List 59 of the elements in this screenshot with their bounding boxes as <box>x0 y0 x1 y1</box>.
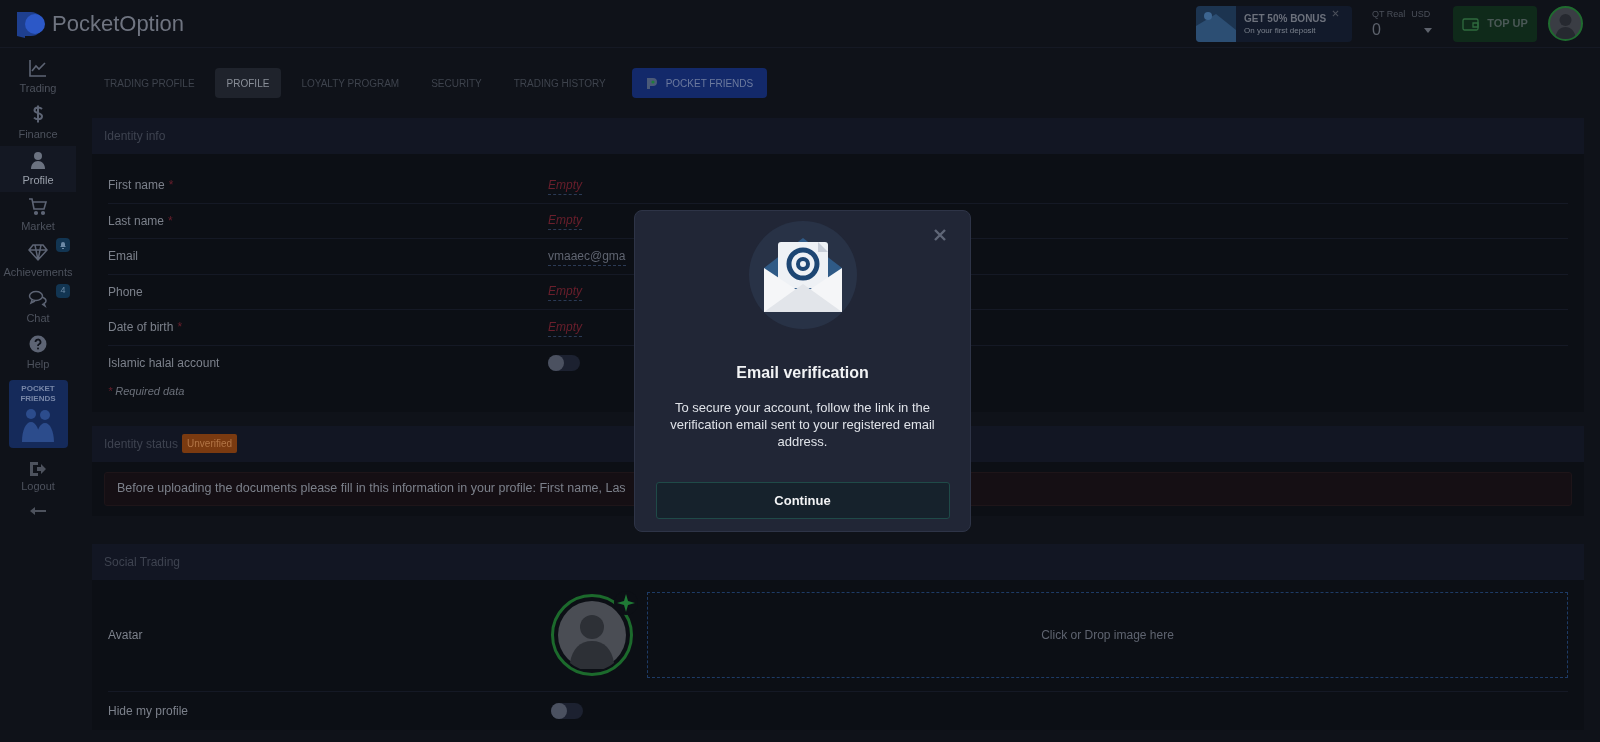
currency-label: USD <box>1411 7 1431 21</box>
sidebar-item[interactable]: Achievements <box>0 238 76 284</box>
close-icon[interactable] <box>1332 9 1340 17</box>
hide-profile-toggle[interactable] <box>551 702 583 719</box>
tab[interactable]: POCKET FRIENDS <box>631 68 768 98</box>
field-label: Avatar <box>108 627 144 644</box>
halal-toggle[interactable] <box>548 355 580 372</box>
top-up-button[interactable]: TOP UP <box>1453 5 1537 42</box>
logout-icon <box>30 462 46 476</box>
modal-text: To secure your account, follow the link in the verification email sent to your registered email address. <box>669 399 936 450</box>
modal-title: Email verification <box>736 363 869 383</box>
sidebar-item[interactable]: Trading <box>0 54 76 100</box>
sidebar-item[interactable]: Profile <box>0 146 76 192</box>
field-label: Email <box>108 248 138 266</box>
field-label: Hide my profile <box>108 702 190 720</box>
logo-text: PocketOption <box>52 10 185 38</box>
cart-icon <box>28 195 48 216</box>
field-value[interactable]: Empty <box>548 175 582 195</box>
tab[interactable]: PROFILE <box>214 68 282 98</box>
field-label: Date of birth <box>108 319 174 337</box>
required-note: Required data <box>115 384 185 399</box>
bonus-subtitle: On your first deposit <box>1244 24 1317 36</box>
field-value[interactable]: Empty <box>548 211 582 231</box>
sidebar-item[interactable]: Help <box>0 330 76 376</box>
field-label: Phone <box>108 283 143 301</box>
continue-button[interactable]: Continue <box>655 482 950 519</box>
avatar[interactable] <box>1548 6 1583 41</box>
bonus-title: GET 50% BONUS <box>1244 11 1327 25</box>
sparkle-icon <box>614 591 638 615</box>
logout-button[interactable]: Logout <box>21 462 55 495</box>
help-icon <box>28 333 48 354</box>
diamond-icon <box>28 241 48 262</box>
friends-logo-icon <box>645 77 658 89</box>
required-mark: * <box>108 384 113 399</box>
promo-card[interactable]: POCKET FRIENDS <box>8 380 68 448</box>
required-mark: * <box>168 212 173 230</box>
field-label: Islamic halal account <box>108 355 220 373</box>
field-value[interactable]: Empty <box>548 282 582 302</box>
caret-icon[interactable] <box>1424 27 1432 33</box>
user-icon <box>28 149 48 170</box>
required-mark: * <box>177 319 183 337</box>
count-badge: 4 <box>56 284 70 298</box>
sidebar-item[interactable]: Market <box>0 192 76 238</box>
status-badge: Unverified <box>182 434 238 453</box>
wallet-icon <box>1462 16 1480 31</box>
sidebar-item[interactable]: Chat 4 <box>0 284 76 330</box>
required-mark: * <box>168 177 174 195</box>
balance-value: 0 <box>1372 21 1381 40</box>
drop-zone[interactable]: Click or Drop image here <box>647 592 1568 678</box>
person-silhouette-icon <box>558 601 626 669</box>
field-value[interactable]: Empty <box>548 317 582 337</box>
collapse-arrow-icon[interactable] <box>30 506 46 515</box>
close-icon[interactable] <box>934 229 946 241</box>
chart-icon <box>28 57 48 78</box>
sidebar-item[interactable]: Finance <box>0 100 76 146</box>
field-label: Last name <box>108 212 165 230</box>
bonus-banner[interactable]: GET 50% BONUS On your first deposit <box>1196 5 1352 42</box>
field-label: First name <box>108 177 165 195</box>
field-value[interactable]: vmaaec@gma <box>548 246 626 266</box>
